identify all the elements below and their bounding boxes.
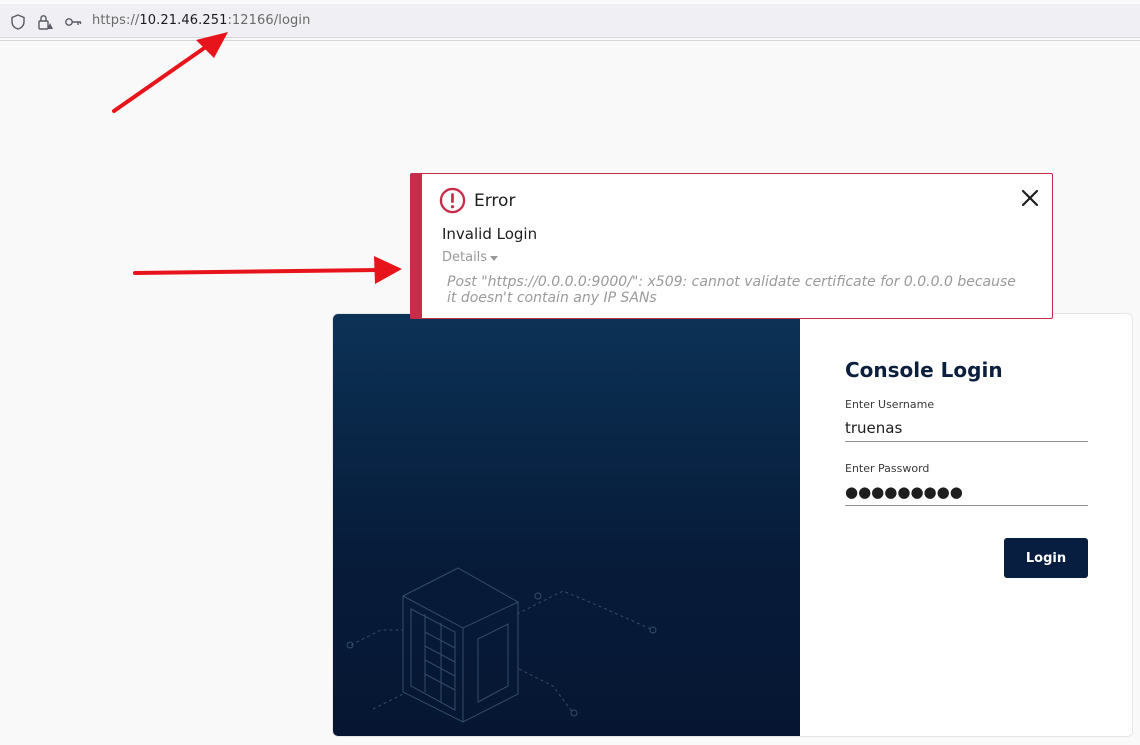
shield-icon[interactable] [9, 13, 27, 31]
arrow-to-url [112, 32, 228, 113]
toolbar-divider [0, 40, 1140, 41]
url-host: 10.21.46.251 [139, 13, 228, 28]
server-illustration [346, 567, 657, 723]
browser-url-bar[interactable]: https://10.21.46.251:12166/login [0, 4, 1140, 38]
error-icon [439, 187, 466, 214]
url-scheme: https:// [92, 13, 140, 28]
form-title: Console Login [845, 358, 1003, 382]
login-button[interactable]: Login [1004, 538, 1088, 578]
details-toggle[interactable]: Details [442, 250, 499, 265]
username-input[interactable] [845, 414, 1088, 442]
url-text[interactable]: https://10.21.46.251:12166/login [92, 13, 310, 28]
username-label: Enter Username [845, 398, 935, 411]
error-title: Error [474, 191, 516, 211]
password-input[interactable]: ●●●●●●●●● [845, 478, 1088, 506]
error-notification: Error Invalid Login Details Post "https:… [410, 173, 1053, 319]
caret-down-icon [490, 255, 499, 261]
details-label: Details [442, 250, 488, 265]
close-icon[interactable] [1018, 186, 1042, 210]
error-details-text: Post "https://0.0.0.0:9000/": x509: cann… [447, 274, 1016, 306]
error-message: Invalid Login [442, 225, 538, 243]
hero-panel [333, 314, 800, 736]
arrow-to-error [133, 256, 402, 284]
url-rest: :12166/login [227, 13, 311, 28]
password-label: Enter Password [845, 462, 930, 475]
lock-warning-icon[interactable] [36, 13, 54, 31]
login-form: Console Login Enter Username Enter Passw… [800, 314, 1132, 736]
login-card: Console Login Enter Username Enter Passw… [332, 313, 1133, 737]
key-icon[interactable] [64, 13, 82, 31]
